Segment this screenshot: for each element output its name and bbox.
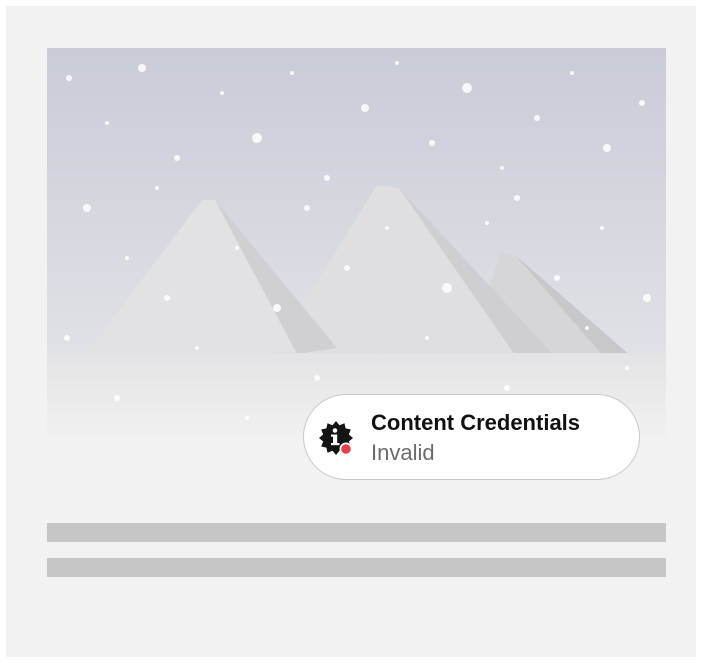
info-badge-icon [318, 420, 354, 456]
text-placeholder-line [47, 558, 666, 577]
content-credentials-badge[interactable]: Content Credentials Invalid [303, 394, 640, 480]
badge-title: Content Credentials [371, 410, 581, 435]
status-dot-icon [341, 444, 351, 454]
text-placeholder-line [47, 523, 666, 542]
badge-status: Invalid [371, 440, 435, 465]
pyramids-snow-image [47, 48, 666, 439]
